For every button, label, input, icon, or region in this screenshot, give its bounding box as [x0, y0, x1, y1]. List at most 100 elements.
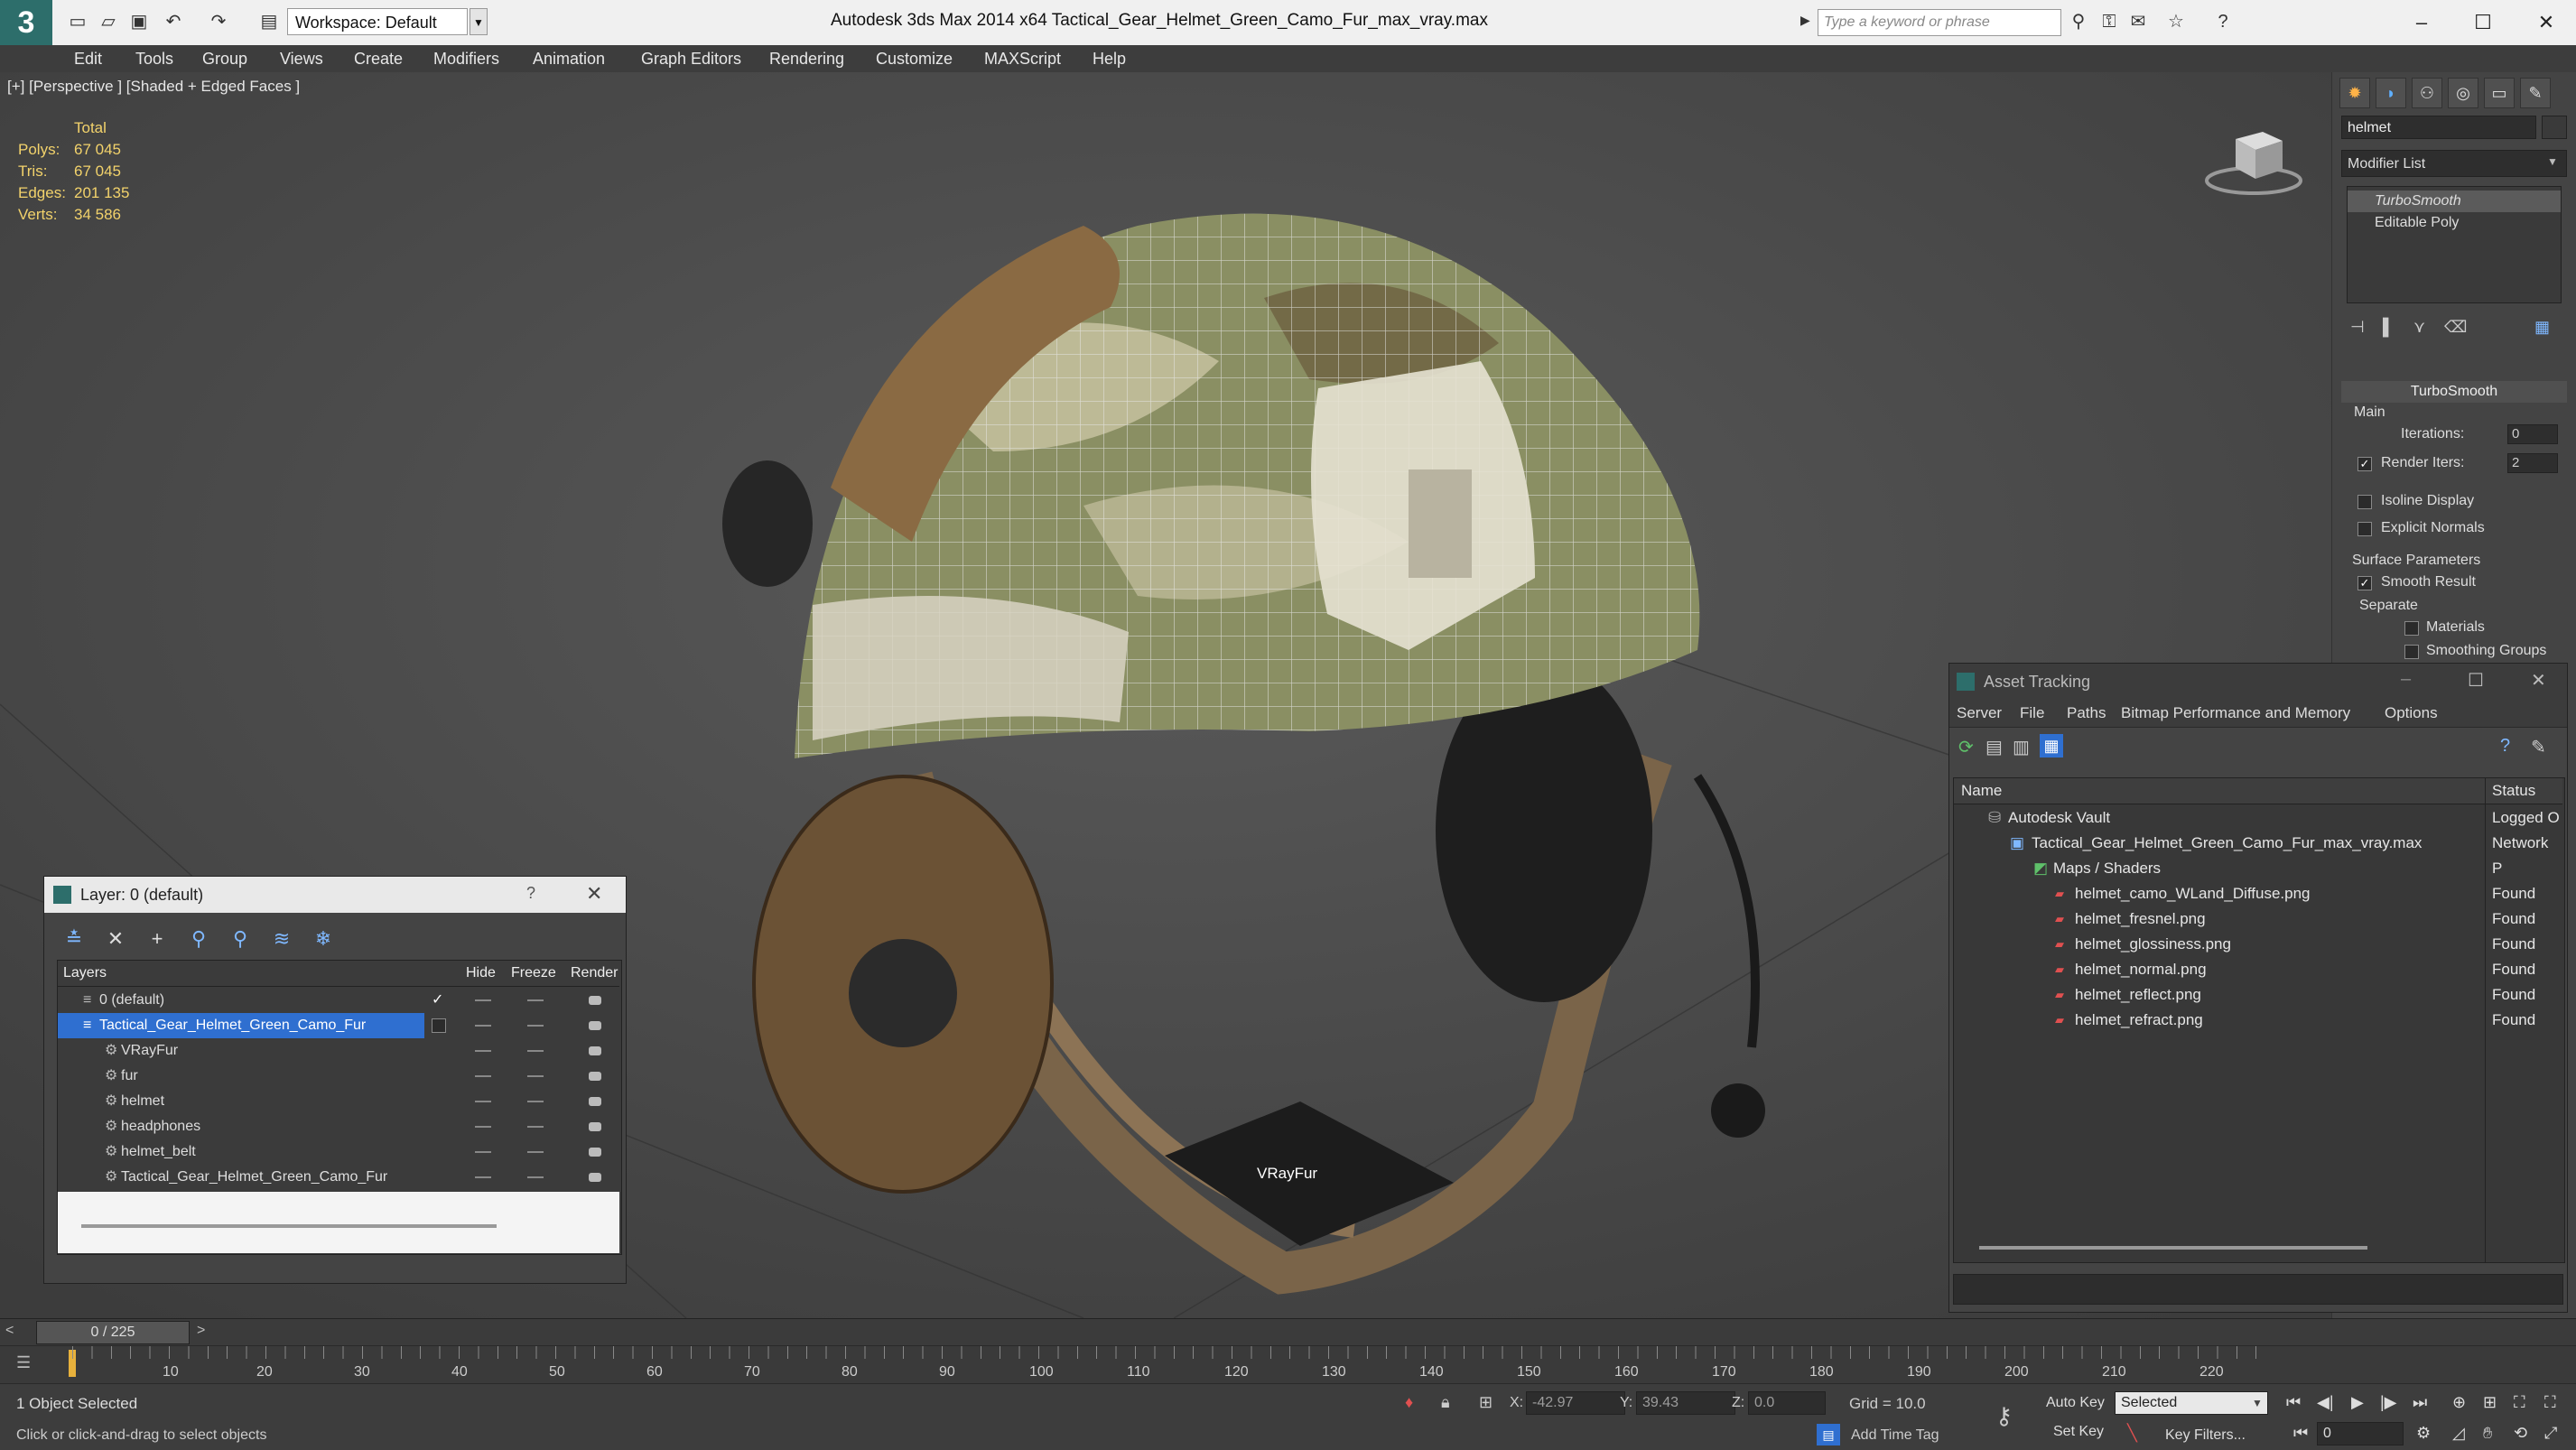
subscription-icon[interactable]: ⚿: [2098, 11, 2120, 33]
search-input[interactable]: Type a keyword or phrase: [1818, 9, 2061, 36]
smoothing-groups-checkbox[interactable]: [2404, 645, 2419, 659]
redo-icon[interactable]: ↷: [208, 11, 229, 33]
go-to-end-icon[interactable]: ⏭: [2413, 1393, 2427, 1412]
motion-tab-icon[interactable]: ◎: [2448, 78, 2478, 108]
menu-graph-editors[interactable]: Graph Editors: [641, 50, 741, 69]
horizontal-scrollbar[interactable]: [81, 1224, 497, 1228]
isolate-selection-icon[interactable]: ♦: [1405, 1393, 1413, 1412]
asset-dialog-titlebar[interactable]: Asset Tracking – ☐ ✕: [1949, 664, 2567, 700]
active-layer-checkbox[interactable]: [432, 1018, 446, 1033]
close-icon[interactable]: ✕: [2526, 7, 2566, 38]
time-tag-icon[interactable]: ▤: [1817, 1424, 1840, 1445]
maximize-icon[interactable]: ☐: [2468, 669, 2484, 692]
help-icon[interactable]: ?: [2500, 736, 2510, 757]
stack-item-editable-poly[interactable]: Editable Poly: [2348, 212, 2561, 234]
workspace-dropdown[interactable]: Workspace: Default: [287, 8, 468, 35]
hierarchy-tab-icon[interactable]: ⚇: [2412, 78, 2442, 108]
layer-row[interactable]: ≡ 0 (default) ✓: [58, 988, 619, 1013]
chevron-down-icon[interactable]: ▼: [2252, 1397, 2263, 1409]
zoom-extents-all-icon[interactable]: ⛶: [2544, 1393, 2556, 1412]
object-name-input[interactable]: helmet: [2341, 116, 2536, 139]
asset-row[interactable]: ⛁ Autodesk Vault Logged O: [1954, 805, 2562, 831]
layer-dialog-titlebar[interactable]: Layer: 0 (default) ? ✕: [44, 877, 626, 913]
key-mode-dropdown[interactable]: Selected: [2115, 1391, 2268, 1415]
minimize-icon[interactable]: –: [2402, 7, 2441, 38]
y-coordinate-field[interactable]: 39.43: [1636, 1391, 1735, 1415]
field-of-view-icon[interactable]: ◿: [2452, 1424, 2465, 1443]
zoom-icon[interactable]: ⊕: [2452, 1393, 2466, 1412]
asset-row[interactable]: ▰ helmet_camo_WLand_Diffuse.png Found: [1954, 881, 2562, 906]
orbit-icon[interactable]: ⟲: [2514, 1424, 2527, 1443]
set-key-button[interactable]: Set Key: [2053, 1424, 2104, 1440]
menu-help[interactable]: Help: [1093, 50, 1126, 69]
column-layers[interactable]: Layers: [63, 961, 107, 986]
configure-sets-icon[interactable]: ▦: [2534, 318, 2550, 337]
save-icon[interactable]: ▣: [128, 11, 150, 33]
layer-object-row[interactable]: ⚙ helmet: [58, 1089, 619, 1114]
communication-icon[interactable]: ✉: [2127, 11, 2149, 33]
list-view-icon[interactable]: ▤: [1985, 736, 2003, 758]
show-end-result-icon[interactable]: ▌: [2383, 318, 2395, 337]
menu-rendering[interactable]: Rendering: [769, 50, 844, 69]
select-objects-icon[interactable]: ⚲: [185, 925, 212, 953]
search-expand-icon[interactable]: ▶: [1800, 13, 1810, 28]
viewcube-icon[interactable]: [2199, 119, 2308, 200]
remove-modifier-icon[interactable]: ⌫: [2444, 318, 2467, 337]
hide-all-layers-icon[interactable]: ≋: [268, 925, 295, 953]
asset-row[interactable]: ▰ helmet_normal.png Found: [1954, 957, 2562, 982]
chevron-down-icon[interactable]: ▼: [2547, 155, 2558, 168]
layer-object-row[interactable]: ⚙ fur: [58, 1064, 619, 1089]
add-to-layer-icon[interactable]: +: [144, 925, 171, 953]
x-coordinate-field[interactable]: -42.97: [1526, 1391, 1625, 1415]
render-iters-checkbox[interactable]: ✓: [2357, 457, 2372, 471]
binoculars-icon[interactable]: ⚲: [2068, 11, 2089, 33]
prev-frame-icon[interactable]: <: [5, 1323, 14, 1339]
menu-views[interactable]: Views: [280, 50, 323, 69]
layer-object-row[interactable]: ⚙ Tactical_Gear_Helmet_Green_Camo_Fur: [58, 1165, 619, 1190]
app-logo-icon[interactable]: 3: [0, 0, 52, 45]
modify-tab-icon[interactable]: ◗: [2376, 78, 2406, 108]
stack-item-turbosmooth[interactable]: TurboSmooth: [2348, 191, 2561, 212]
menu-group[interactable]: Group: [202, 50, 247, 69]
modifier-list-dropdown[interactable]: Modifier List: [2341, 150, 2567, 177]
project-folder-icon[interactable]: ▤: [258, 11, 280, 33]
active-layer-check-icon[interactable]: ✓: [432, 988, 443, 1013]
turbosmooth-rollout-header[interactable]: TurboSmooth: [2341, 381, 2567, 403]
smooth-result-checkbox[interactable]: ✓: [2357, 576, 2372, 590]
render-toggle-icon[interactable]: [589, 1021, 601, 1030]
column-status[interactable]: Status: [2492, 778, 2535, 804]
mini-curve-editor-icon[interactable]: ☰: [16, 1353, 31, 1372]
table-view-icon[interactable]: ▦: [2040, 734, 2063, 758]
utilities-tab-icon[interactable]: ✎: [2520, 78, 2551, 108]
layer-object-row[interactable]: ⚙ helmet_belt: [58, 1139, 619, 1165]
minimize-icon[interactable]: –: [2401, 669, 2411, 690]
render-toggle-icon[interactable]: [589, 996, 601, 1005]
viewport-label[interactable]: [+] [Perspective ] [Shaded + Edged Faces…: [7, 78, 300, 96]
z-coordinate-field[interactable]: 0.0: [1748, 1391, 1826, 1415]
close-icon[interactable]: ✕: [586, 882, 602, 906]
asset-path-field[interactable]: [1953, 1274, 2563, 1305]
render-iters-spinner[interactable]: 2: [2507, 453, 2558, 473]
asset-row[interactable]: ▰ helmet_refract.png Found: [1954, 1008, 2562, 1033]
zoom-extents-icon[interactable]: ⛶: [2514, 1393, 2525, 1412]
menu-edit[interactable]: Edit: [74, 50, 102, 69]
isoline-display-checkbox[interactable]: [2357, 495, 2372, 509]
play-icon[interactable]: ▶: [2351, 1393, 2364, 1412]
go-to-start-icon[interactable]: ⏮: [2286, 1393, 2301, 1412]
create-tab-icon[interactable]: ✹: [2339, 78, 2370, 108]
help-button[interactable]: ?: [526, 884, 535, 903]
previous-key-icon[interactable]: ◀|: [2317, 1393, 2334, 1412]
materials-checkbox[interactable]: [2404, 621, 2419, 636]
menu-create[interactable]: Create: [354, 50, 403, 69]
key-mode-toggle-icon[interactable]: ⏮: [2293, 1424, 2308, 1443]
asset-row[interactable]: ▰ helmet_fresnel.png Found: [1954, 906, 2562, 932]
asset-row[interactable]: ▣ Tactical_Gear_Helmet_Green_Camo_Fur_ma…: [1954, 831, 2562, 877]
current-frame-field[interactable]: 0: [2317, 1422, 2404, 1445]
highlight-layer-icon[interactable]: ⚲: [227, 925, 254, 953]
menu-bitmap-performance[interactable]: Bitmap Performance and Memory: [2121, 704, 2350, 722]
zoom-all-icon[interactable]: ⊞: [2483, 1393, 2497, 1412]
key-icon[interactable]: ⚷: [1995, 1402, 2013, 1430]
menu-tools[interactable]: Tools: [135, 50, 173, 69]
layer-object-row[interactable]: ⚙ VRayFur: [58, 1038, 619, 1064]
selection-lock-icon[interactable]: 🔒︎: [1441, 1393, 1450, 1412]
